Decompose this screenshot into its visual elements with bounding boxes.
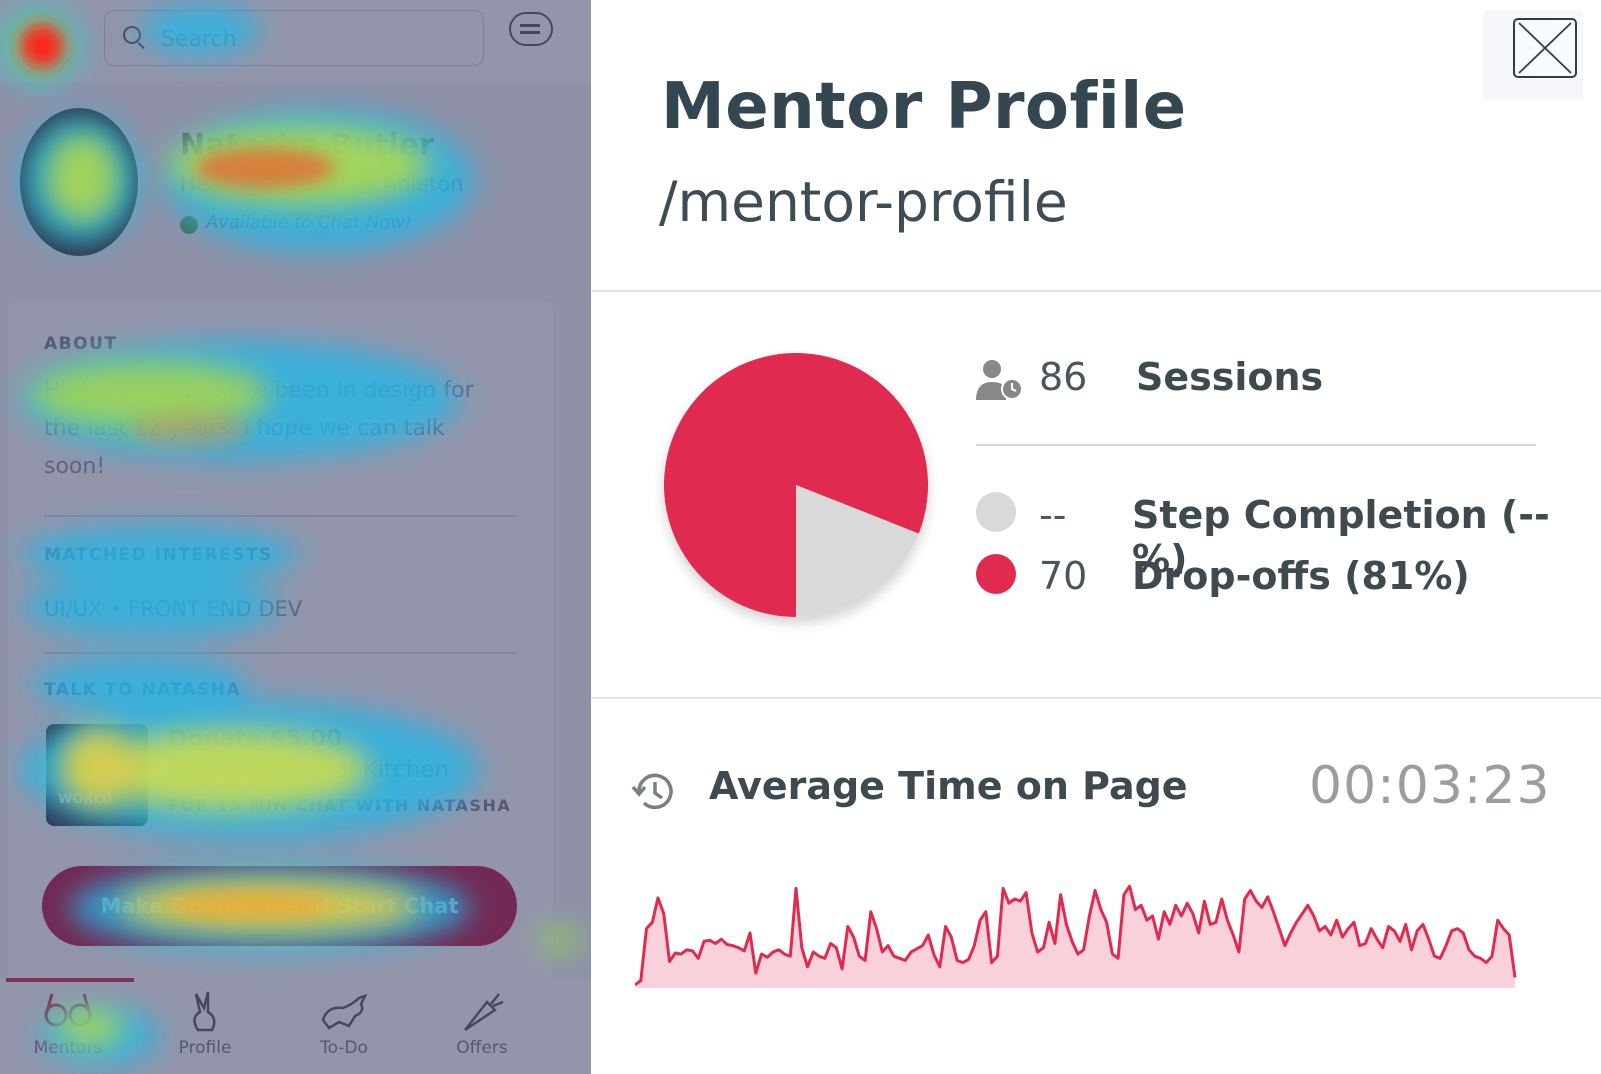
page-analytics-panel: Mentor Profile /mentor-profile 86 Sessio… — [591, 0, 1601, 1074]
tab-offers[interactable]: Offers — [422, 990, 542, 1058]
availability-text: Available to Chat Now! — [206, 212, 413, 233]
about-text: Hi, I'm Natasha! I've been in design for… — [44, 378, 474, 479]
app-preview: Search Natasha Butler Head of Product @ … — [0, 0, 591, 1074]
divider — [44, 515, 516, 517]
availability-indicator — [180, 216, 198, 234]
search-icon — [123, 26, 141, 44]
chat-icon[interactable] — [509, 12, 553, 46]
tab-todo[interactable]: To-Do — [284, 990, 404, 1058]
drop-offs-label: Drop-offs (81%) — [1132, 554, 1470, 598]
donate-purpose: FOR 15 MIN CHAT WITH NATASHA — [168, 796, 512, 815]
glasses-icon — [44, 993, 92, 1027]
tab-label: To-Do — [320, 1038, 368, 1058]
divider — [44, 652, 516, 654]
divider — [591, 697, 1601, 699]
tab-label: Profile — [178, 1038, 232, 1058]
funnel-pie-chart — [664, 353, 928, 617]
world-central-kitchen-logo: WORLD — [46, 724, 148, 826]
divider — [591, 290, 1601, 292]
donate-recipient: to World Central Kitchen — [168, 757, 450, 783]
make-donation-button[interactable]: Make Donation and Start Chat — [42, 866, 517, 946]
mentor-title: Head of Product @ Ableton — [180, 172, 464, 196]
page-title: Mentor Profile — [661, 70, 1187, 144]
history-icon — [631, 773, 673, 810]
sparkline-area — [635, 886, 1515, 988]
page-path: /mentor-profile — [659, 170, 1068, 234]
interests-heading: MATCHED INTERESTS — [44, 545, 273, 565]
tab-label: Mentors — [33, 1038, 103, 1058]
about-heading: ABOUT — [44, 334, 118, 354]
talk-heading: TALK TO NATASHA — [44, 680, 241, 700]
drop-offs-value: 70 — [1039, 554, 1088, 598]
close-button[interactable] — [1483, 10, 1583, 100]
sessions-value: 86 — [1039, 355, 1088, 399]
avg-time-value: 00:03:23 — [1309, 756, 1551, 816]
drop-offs-legend-dot — [976, 554, 1016, 594]
kitchen-logo-text: WORLD — [58, 792, 113, 807]
interests-text: UI/UX • FRONT END DEV — [44, 597, 303, 621]
avatar — [20, 108, 138, 256]
search-input[interactable]: Search — [104, 10, 484, 66]
user-clock-icon — [976, 360, 1023, 400]
divider — [976, 444, 1536, 446]
tab-label: Offers — [456, 1038, 508, 1058]
donate-amount: Donate $5.00 — [168, 726, 343, 752]
tab-mentors[interactable]: Mentors — [8, 990, 128, 1058]
menu-button[interactable] — [16, 20, 68, 72]
active-tab-indicator — [6, 978, 134, 982]
mentor-name: Natasha Butler — [180, 128, 434, 163]
close-icon — [1513, 18, 1577, 78]
sessions-label: Sessions — [1136, 355, 1324, 399]
time-on-page-sparkline — [635, 884, 1517, 988]
app-top-bar: Search — [0, 0, 591, 82]
step-completion-value: -- — [1039, 493, 1067, 537]
search-placeholder: Search — [161, 27, 237, 52]
rabbit-icon — [193, 991, 216, 1032]
avg-time-label: Average Time on Page — [709, 764, 1188, 808]
running-rabbit-icon — [321, 993, 368, 1030]
step-completion-legend-dot — [976, 492, 1016, 532]
tab-profile[interactable]: Profile — [145, 990, 265, 1058]
carrot-icon — [464, 993, 504, 1032]
